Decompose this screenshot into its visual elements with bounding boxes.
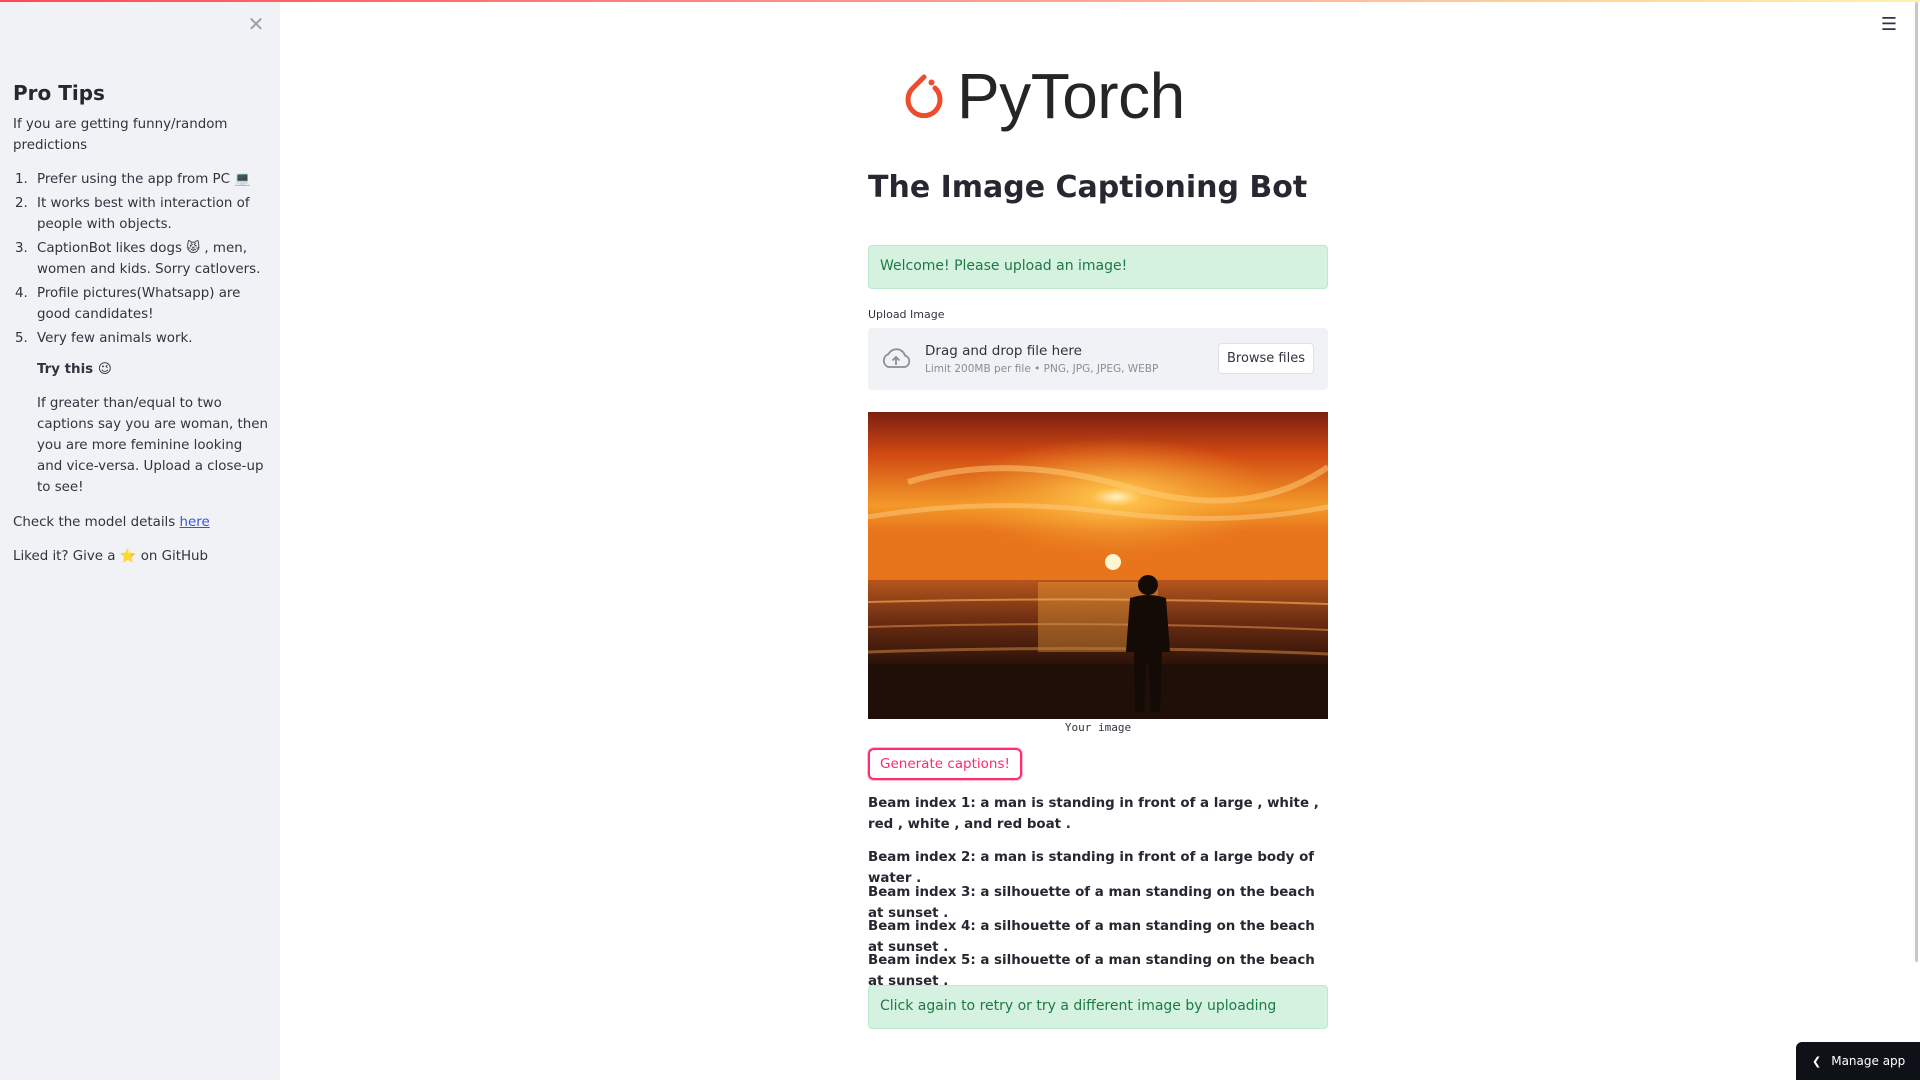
generate-captions-button[interactable]: Generate captions! <box>868 748 1022 780</box>
try-this-text: If greater than/equal to two captions sa… <box>37 396 268 495</box>
logo-text: PyTorch <box>957 60 1185 132</box>
manage-app-button[interactable]: ❮ Manage app <box>1796 1042 1920 1080</box>
close-icon[interactable]: ✕ <box>246 14 266 34</box>
scrollbar[interactable] <box>1915 2 1918 962</box>
chevron-left-icon: ❮ <box>1812 1055 1822 1068</box>
welcome-alert: Welcome! Please upload an image! <box>868 245 1328 289</box>
list-item: 2. It works best with interaction of peop… <box>15 196 250 232</box>
top-decoration-bar <box>0 0 1920 2</box>
image-caption: Your image <box>1064 721 1132 734</box>
list-item: 5. Very few animals work. <box>15 331 193 346</box>
hamburger-menu-icon[interactable]: ☰ <box>1876 14 1902 36</box>
sidebar-content: Pro Tips If you are getting funny/random… <box>13 80 271 580</box>
drop-title: Drag and drop file here <box>925 343 1082 359</box>
try-this-heading: Try this 😉 <box>37 362 112 377</box>
list-item: 3. CaptionBot likes dogs 😾 , men, women a… <box>15 241 261 277</box>
tips-list: 1. Prefer using the app from PC 💻 2. It wo… <box>13 169 271 349</box>
file-uploader[interactable]: Drag and drop file here Limit 200MB per … <box>868 328 1328 390</box>
github-text: Liked it? Give a ⭐ on GitHub <box>13 549 209 564</box>
sidebar-intro: If you are getting funny/random predicti… <box>13 117 228 153</box>
sidebar-title: Pro Tips <box>13 81 105 105</box>
browse-files-button[interactable]: Browse files <box>1218 343 1314 374</box>
sidebar: ✕ Pro Tips If you are getting funny/rand… <box>0 0 280 1080</box>
upload-label: Upload Image <box>868 308 945 321</box>
pytorch-flame-icon <box>905 74 943 119</box>
list-item: 4. Profile pictures(Whatsapp) are good ca… <box>15 286 241 322</box>
model-details: Check the model details here <box>13 515 210 530</box>
model-details-link[interactable]: here <box>180 515 210 530</box>
sunset-beach-photo <box>868 412 1328 719</box>
upload-cloud-icon <box>882 348 911 368</box>
retry-alert: Click again to retry or try a different … <box>868 985 1328 1029</box>
uploaded-image <box>868 412 1328 719</box>
drop-limits: Limit 200MB per file • PNG, JPG, JPEG, W… <box>925 363 1159 375</box>
pytorch-logo: PyTorch <box>901 60 1185 132</box>
beam-caption-1: Beam index 1: a man is standing in front… <box>868 796 1319 832</box>
list-item: 1. Prefer using the app from PC 💻 <box>15 172 251 187</box>
page-title: The Image Captioning Bot <box>868 170 1308 205</box>
